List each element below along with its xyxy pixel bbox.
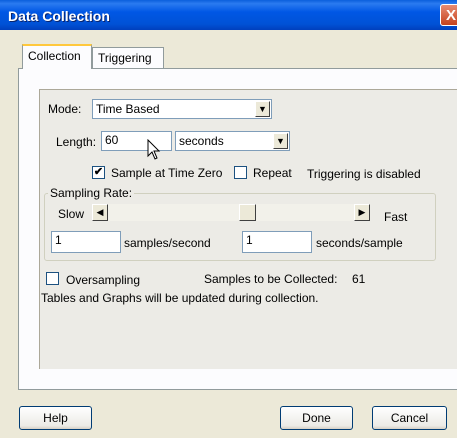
- chevron-down-icon: ▼: [255, 101, 270, 117]
- sample-at-time-zero-label: Sample at Time Zero: [111, 166, 223, 180]
- data-collection-dialog: Data Collection X Collection Triggering …: [0, 0, 457, 438]
- done-button[interactable]: Done: [280, 406, 353, 430]
- length-unit-value: seconds: [179, 134, 224, 148]
- help-button-label: Help: [43, 411, 68, 425]
- length-label: Length:: [56, 135, 97, 149]
- sampling-rate-label: Sampling Rate:: [48, 186, 135, 200]
- triggering-status: Triggering is disabled: [307, 167, 421, 181]
- arrow-right-icon[interactable]: ▶: [354, 204, 370, 221]
- check-mark-icon: ✔: [93, 166, 104, 178]
- title-bar[interactable]: Data Collection X: [0, 0, 457, 30]
- chevron-down-icon: ▼: [273, 133, 288, 149]
- mouse-pointer-icon: [147, 139, 161, 160]
- mode-dropdown[interactable]: Time Based ▼: [92, 99, 272, 119]
- seconds-per-sample-label: seconds/sample: [316, 236, 403, 250]
- length-input[interactable]: 60: [101, 131, 172, 151]
- arrow-left-icon[interactable]: ◀: [92, 204, 108, 221]
- samples-per-second-input[interactable]: 1: [51, 231, 121, 253]
- oversampling-checkbox[interactable]: [46, 272, 59, 285]
- samples-to-collect-label: Samples to be Collected:: [204, 272, 338, 286]
- repeat-checkbox[interactable]: [234, 166, 247, 179]
- repeat-label: Repeat: [253, 166, 292, 180]
- mode-value: Time Based: [96, 102, 160, 116]
- samples-per-second-label: samples/second: [124, 236, 211, 250]
- update-note: Tables and Graphs will be updated during…: [41, 291, 319, 305]
- close-icon: X: [445, 7, 456, 24]
- sampling-rate-slider[interactable]: ◀ ▶: [92, 204, 370, 221]
- samples-to-collect-value: 61: [352, 272, 366, 286]
- seconds-per-sample-input[interactable]: 1: [242, 231, 312, 253]
- oversampling-label: Oversampling: [66, 273, 141, 287]
- samples-per-second-value: 1: [55, 233, 62, 247]
- done-button-label: Done: [302, 411, 331, 425]
- slider-thumb[interactable]: [238, 204, 256, 221]
- help-button[interactable]: Help: [19, 406, 92, 430]
- slow-label: Slow: [58, 207, 85, 221]
- sample-at-time-zero-checkbox[interactable]: ✔: [92, 166, 105, 179]
- seconds-per-sample-value: 1: [246, 233, 253, 247]
- length-unit-dropdown[interactable]: seconds ▼: [175, 131, 290, 151]
- fast-label: Fast: [384, 210, 408, 224]
- close-button[interactable]: X: [440, 4, 457, 26]
- tab-collection-label: Collection: [28, 49, 81, 63]
- window-title: Data Collection: [8, 8, 110, 24]
- length-value: 60: [105, 133, 119, 147]
- tab-collection[interactable]: Collection: [22, 44, 92, 69]
- cancel-button-label: Cancel: [390, 411, 429, 425]
- cancel-button[interactable]: Cancel: [372, 406, 447, 430]
- tab-triggering[interactable]: Triggering: [92, 47, 164, 69]
- tab-triggering-label: Triggering: [98, 51, 152, 65]
- mode-label: Mode:: [48, 102, 82, 116]
